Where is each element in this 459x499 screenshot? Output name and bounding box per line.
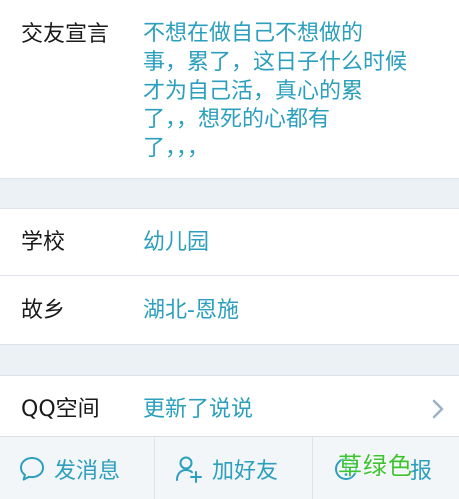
qzone-row[interactable]: QQ空间 更新了说说 xyxy=(0,376,459,436)
bio-row: 交友宣言 不想在做自己不想做的 事，累了，这日子什么时候 才为自己活，真心的累 … xyxy=(0,0,459,178)
add-user-icon xyxy=(176,456,202,483)
bio-text: 不想在做自己不想做的 事，累了，这日子什么时候 才为自己活，真心的累 了，，想死… xyxy=(143,20,407,164)
section-divider xyxy=(0,178,459,179)
send-message-label: 发消息 xyxy=(54,458,121,484)
qzone-label: QQ空间 xyxy=(21,397,100,422)
section-gap xyxy=(0,178,459,209)
bio-line: 了，，， xyxy=(143,136,210,162)
section-gap xyxy=(0,344,459,376)
send-message-button[interactable]: 发消息 xyxy=(18,437,153,499)
profile-detail-screen: 交友宣言 不想在做自己不想做的 事，累了，这日子什么时候 才为自己活，真心的累 … xyxy=(0,0,459,499)
add-friend-label: 加好友 xyxy=(212,458,279,484)
report-label: 报 xyxy=(410,458,433,484)
action-separator xyxy=(312,437,313,499)
hometown-row: 故乡 湖北-恩施 xyxy=(0,276,459,344)
school-label: 学校 xyxy=(21,230,66,255)
section-divider xyxy=(0,344,459,345)
bio-line: 事，累了，这日子什么时候 xyxy=(143,49,408,75)
qzone-value: 更新了说说 xyxy=(143,397,254,422)
school-value: 幼儿园 xyxy=(143,230,210,255)
chat-bubble-icon xyxy=(20,456,44,481)
chevron-right-icon[interactable] xyxy=(431,398,445,420)
school-row: 学校 幼儿园 xyxy=(0,209,459,275)
hometown-label: 故乡 xyxy=(21,298,66,323)
bio-line: 了，，想死的心都有 xyxy=(143,107,331,133)
hometown-value: 湖北-恩施 xyxy=(143,298,239,323)
add-friend-button[interactable]: 加好友 xyxy=(174,437,309,499)
bio-line: 才为自己活，真心的累 xyxy=(143,78,364,104)
watermark-text: 草绿色 xyxy=(338,452,413,480)
bio-line: 不想在做自己不想做的 xyxy=(143,21,364,46)
action-separator xyxy=(154,437,155,499)
bio-label: 交友宣言 xyxy=(21,22,110,47)
